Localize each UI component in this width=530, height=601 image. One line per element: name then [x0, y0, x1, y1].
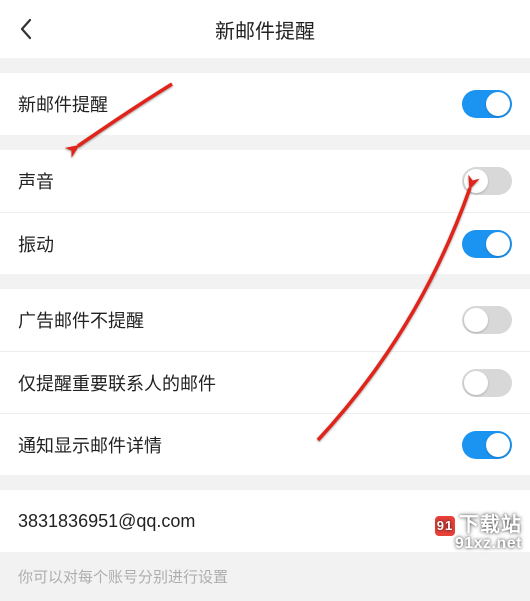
settings-group-2: 声音 振动: [0, 150, 530, 274]
row-label: 新邮件提醒: [18, 91, 108, 117]
row-label: 广告邮件不提醒: [18, 307, 144, 333]
row-important-only: 仅提醒重要联系人的邮件: [0, 351, 530, 413]
page-title: 新邮件提醒: [0, 15, 530, 44]
row-label: 通知显示邮件详情: [18, 432, 162, 458]
row-label: 声音: [18, 168, 54, 194]
toggle-ad-no-alert[interactable]: [462, 306, 512, 334]
chevron-right-icon: [502, 513, 512, 529]
row-label: 振动: [18, 231, 54, 257]
back-icon[interactable]: [18, 21, 34, 37]
toggle-show-details[interactable]: [462, 431, 512, 459]
row-sound: 声音: [0, 150, 530, 212]
header: 新邮件提醒: [0, 0, 530, 58]
toggle-important-only[interactable]: [462, 369, 512, 397]
settings-group-1: 新邮件提醒: [0, 73, 530, 135]
row-label: 3831836951@qq.com: [18, 511, 195, 532]
row-label: 仅提醒重要联系人的邮件: [18, 370, 216, 396]
footer-hint: 你可以对每个账号分别进行设置: [0, 552, 530, 601]
section-gap: [0, 135, 530, 150]
toggle-vibration[interactable]: [462, 230, 512, 258]
toggle-sound[interactable]: [462, 167, 512, 195]
row-show-details: 通知显示邮件详情: [0, 413, 530, 475]
row-new-mail-alert: 新邮件提醒: [0, 73, 530, 135]
section-gap: [0, 274, 530, 289]
row-vibration: 振动: [0, 212, 530, 274]
settings-group-accounts: 3831836951@qq.com: [0, 490, 530, 552]
row-account[interactable]: 3831836951@qq.com: [0, 490, 530, 552]
settings-group-3: 广告邮件不提醒 仅提醒重要联系人的邮件 通知显示邮件详情: [0, 289, 530, 475]
toggle-new-mail-alert[interactable]: [462, 90, 512, 118]
section-gap: [0, 475, 530, 490]
section-gap: [0, 58, 530, 73]
row-ad-no-alert: 广告邮件不提醒: [0, 289, 530, 351]
